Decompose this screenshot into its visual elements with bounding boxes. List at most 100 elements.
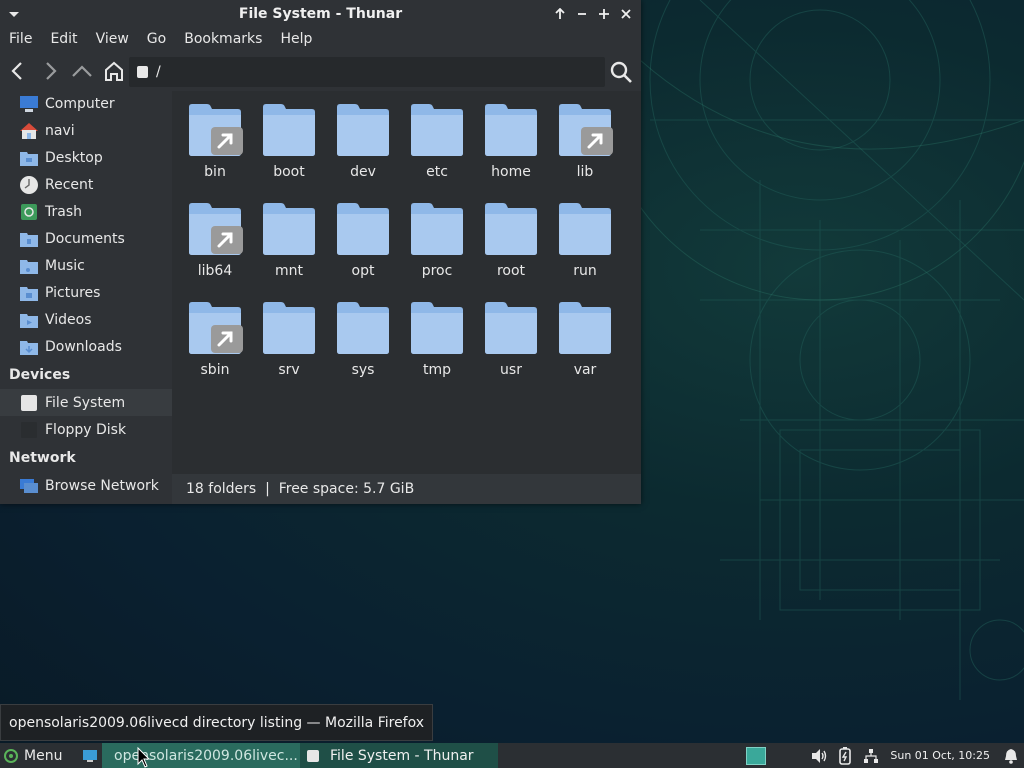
tooltip-text: opensolaris2009.06livecd directory listi… bbox=[9, 714, 425, 731]
sidebar-item-label: Downloads bbox=[45, 338, 122, 355]
sidebar: Computer navi Desktop Recent Trash Docum… bbox=[0, 91, 172, 504]
maximize-button[interactable] bbox=[595, 5, 613, 23]
workspace-switcher[interactable] bbox=[746, 746, 767, 765]
minimize-button[interactable] bbox=[573, 5, 591, 23]
forward-button[interactable] bbox=[36, 57, 64, 85]
sidebar-item-floppy-disk[interactable]: Floppy Disk bbox=[0, 416, 172, 443]
sidebar-item-file-system[interactable]: File System bbox=[0, 389, 172, 416]
folder-label: proc bbox=[421, 263, 453, 279]
sidebar-item-label: Browse Network bbox=[45, 477, 159, 494]
menu-file[interactable]: File bbox=[0, 31, 41, 47]
folder-item[interactable]: mnt bbox=[252, 200, 326, 299]
back-arrow-icon bbox=[11, 62, 22, 80]
close-button[interactable] bbox=[617, 5, 635, 23]
location-bar[interactable]: / bbox=[129, 57, 605, 87]
window-title: File System - Thunar bbox=[238, 5, 403, 22]
folder-icon bbox=[337, 203, 389, 255]
folder-label: boot bbox=[273, 164, 305, 180]
battery-icon[interactable] bbox=[832, 743, 858, 768]
back-button[interactable] bbox=[4, 57, 32, 85]
taskbar-item-thunar[interactable]: File System - Thunar bbox=[300, 743, 498, 768]
computer-icon bbox=[18, 95, 40, 113]
folder-item[interactable]: proc bbox=[400, 200, 474, 299]
videos-folder-icon bbox=[18, 311, 40, 329]
folder-label: srv bbox=[278, 362, 300, 378]
folder-label: run bbox=[573, 263, 597, 279]
folder-label: bin bbox=[204, 164, 226, 180]
folder-item[interactable]: bin bbox=[178, 101, 252, 200]
menu-help[interactable]: Help bbox=[271, 31, 321, 47]
status-text: 18 folders | Free space: 5.7 GiB bbox=[186, 481, 415, 497]
file-view: bin boot dev etc home lib lib64 mnt opt proc root r… bbox=[172, 91, 641, 474]
search-button[interactable] bbox=[606, 58, 636, 86]
sidebar-item-label: File System bbox=[45, 394, 126, 411]
home-button[interactable] bbox=[100, 57, 128, 85]
sidebar-item-label: Pictures bbox=[45, 284, 101, 301]
network-status-icon[interactable] bbox=[858, 743, 884, 768]
menu-view[interactable]: View bbox=[87, 31, 138, 47]
folder-item[interactable]: usr bbox=[474, 299, 548, 398]
forward-arrow-icon bbox=[46, 62, 57, 80]
minimize-icon bbox=[578, 13, 586, 15]
folder-item[interactable]: lib64 bbox=[178, 200, 252, 299]
sidebar-item-navi[interactable]: navi bbox=[0, 117, 172, 144]
sidebar-item-label: Computer bbox=[45, 96, 115, 112]
menu-label: Menu bbox=[24, 747, 63, 764]
folder-item[interactable]: dev bbox=[326, 101, 400, 200]
folder-item[interactable]: srv bbox=[252, 299, 326, 398]
folder-item[interactable]: home bbox=[474, 101, 548, 200]
sidebar-item-recent[interactable]: Recent bbox=[0, 171, 172, 198]
folder-item[interactable]: sbin bbox=[178, 299, 252, 398]
pictures-folder-icon bbox=[18, 284, 40, 302]
menu-bar: File Edit View Go Bookmarks Help bbox=[0, 27, 641, 51]
folder-item[interactable]: etc bbox=[400, 101, 474, 200]
folder-item[interactable]: sys bbox=[326, 299, 400, 398]
menu-logo-icon bbox=[4, 748, 18, 763]
sidebar-item-videos[interactable]: Videos bbox=[0, 306, 172, 333]
keep-above-button[interactable] bbox=[551, 5, 569, 23]
menu-go[interactable]: Go bbox=[138, 31, 175, 47]
music-folder-icon bbox=[18, 257, 40, 275]
menu-edit[interactable]: Edit bbox=[41, 31, 86, 47]
sidebar-item-pictures[interactable]: Pictures bbox=[0, 279, 172, 306]
folder-icon bbox=[189, 104, 243, 156]
sidebar-item-trash[interactable]: Trash bbox=[0, 198, 172, 225]
start-menu-button[interactable]: Menu bbox=[0, 748, 78, 764]
drive-icon bbox=[137, 66, 148, 78]
search-icon bbox=[610, 61, 632, 83]
sidebar-item-computer[interactable]: Computer bbox=[0, 91, 172, 117]
folder-item[interactable]: opt bbox=[326, 200, 400, 299]
up-button[interactable] bbox=[68, 57, 96, 85]
menu-bookmarks[interactable]: Bookmarks bbox=[175, 31, 271, 47]
folder-item[interactable]: run bbox=[548, 200, 622, 299]
folder-item[interactable]: var bbox=[548, 299, 622, 398]
folder-label: lib bbox=[576, 164, 594, 180]
window-menu-icon[interactable] bbox=[6, 6, 22, 22]
sidebar-item-documents[interactable]: Documents bbox=[0, 225, 172, 252]
folder-label: usr bbox=[500, 362, 522, 378]
sidebar-item-label: Videos bbox=[45, 311, 92, 328]
maximize-icon bbox=[599, 9, 609, 19]
folder-item[interactable]: tmp bbox=[400, 299, 474, 398]
symlink-icon bbox=[211, 127, 243, 155]
sidebar-item-downloads[interactable]: Downloads bbox=[0, 333, 172, 360]
folder-icon bbox=[263, 104, 315, 156]
taskbar-item-firefox[interactable]: opensolaris2009.06livec... bbox=[102, 743, 300, 768]
sidebar-item-music[interactable]: Music bbox=[0, 252, 172, 279]
notification-bell-icon[interactable] bbox=[998, 743, 1024, 768]
location-path: / bbox=[156, 64, 161, 80]
clock[interactable]: Sun 01 Oct, 10:25 bbox=[884, 749, 998, 762]
folder-label: var bbox=[573, 362, 597, 378]
folder-item[interactable]: root bbox=[474, 200, 548, 299]
up-arrow-icon bbox=[72, 65, 92, 77]
sidebar-item-label: Desktop bbox=[45, 149, 103, 166]
sidebar-item-label: navi bbox=[45, 122, 75, 139]
show-desktop-launcher[interactable] bbox=[78, 743, 102, 768]
volume-icon[interactable] bbox=[806, 743, 832, 768]
sidebar-item-browse-network[interactable]: Browse Network bbox=[0, 472, 172, 499]
folder-item[interactable]: lib bbox=[548, 101, 622, 200]
sidebar-item-desktop[interactable]: Desktop bbox=[0, 144, 172, 171]
title-bar[interactable]: File System - Thunar bbox=[0, 0, 641, 27]
folder-item[interactable]: boot bbox=[252, 101, 326, 200]
folder-label: opt bbox=[351, 263, 375, 279]
